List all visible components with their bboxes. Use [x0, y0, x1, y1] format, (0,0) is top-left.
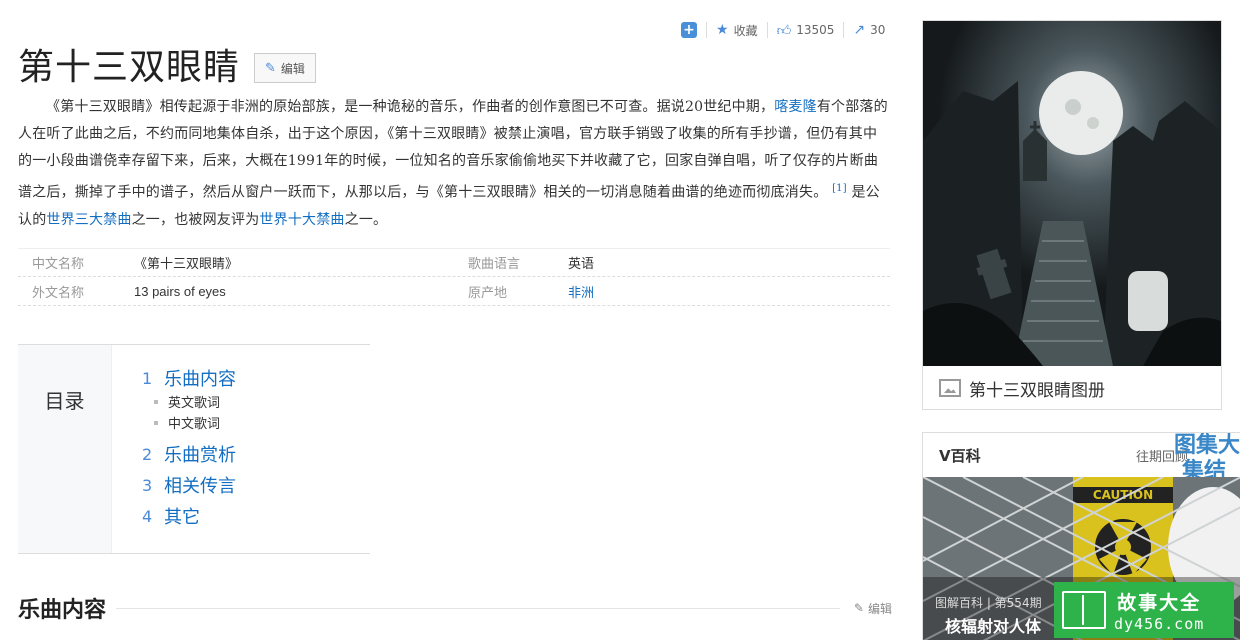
info-value: 13 pairs of eyes [134, 283, 226, 299]
share-icon: ↗ [853, 22, 866, 38]
bullet-icon [154, 399, 158, 404]
basic-info-table: 中文名称 《第十三双眼睛》 歌曲语言 英语 外文名称 13 pairs of e… [18, 248, 890, 306]
album-cover-image[interactable] [923, 21, 1221, 366]
site-watermark: 故事大全 dy456.com [1054, 582, 1234, 638]
toc-label: 其它 [164, 507, 200, 528]
v-baike-title: V百科 [939, 446, 981, 465]
toc-item-2[interactable]: 2 乐曲赏析 [142, 441, 236, 467]
toc-label: 相关传言 [164, 476, 236, 497]
article-toolbar: + ★ 收藏 👍︎ 13505 ↗ 30 [672, 20, 894, 40]
link-three-banned-songs[interactable]: 世界三大禁曲 [46, 212, 131, 228]
book-icon [1062, 591, 1106, 629]
toc-heading: 目录 [18, 345, 112, 553]
thumbs-up-icon: 👍︎ [776, 22, 792, 39]
link-africa[interactable]: 非洲 [568, 286, 594, 301]
bullet-icon [154, 420, 158, 425]
svg-text:CAUTION: CAUTION [1093, 488, 1153, 502]
toc-number: 1 [142, 368, 153, 388]
edit-label: 编辑 [280, 61, 305, 76]
toc-subitem-chinese-lyrics[interactable]: 中文歌词 [142, 412, 236, 433]
toc-number: 2 [142, 444, 153, 464]
info-key: 中文名称 [32, 257, 85, 272]
page-title: 第十三双眼睛 [18, 47, 241, 88]
image-icon [939, 379, 961, 397]
summary-paragraph: 《第十三双眼睛》相传起源于非洲的原始部族，是一种诡秘的音乐，作曲者的创作意图已不… [18, 94, 890, 234]
summary-text: 之一，也被网友评为 [131, 211, 260, 228]
info-value: 《第十三双眼睛》 [134, 257, 239, 272]
v-baike-caption[interactable]: 核辐射对人体 [945, 613, 1041, 637]
title-row: 第十三双眼睛 ✎ 编辑 [18, 38, 316, 90]
toc-subitem-english-lyrics[interactable]: 英文歌词 [142, 391, 236, 412]
summary-text: 之一。 [344, 211, 388, 228]
toc-sublabel: 英文歌词 [168, 396, 221, 411]
toc-label: 乐曲赏析 [164, 445, 236, 466]
section-title: 乐曲内容 [18, 598, 107, 623]
table-of-contents: 目录 1 乐曲内容 英文歌词 中文歌词 2 乐曲赏析 3 相关传言 4 其它 [18, 344, 370, 554]
collect-button[interactable]: ★ 收藏 [707, 22, 768, 38]
info-value: 非洲 [568, 282, 594, 301]
toc-sublabel: 中文歌词 [168, 417, 221, 432]
toc-subitems: 英文歌词 中文歌词 [142, 391, 236, 433]
info-row: 外文名称 13 pairs of eyes 原产地 非洲 [18, 277, 890, 306]
album-card[interactable]: 第十三双眼睛图册 [922, 20, 1222, 410]
section-edit-label: 编辑 [867, 601, 892, 616]
collect-label: 收藏 [733, 23, 758, 38]
info-value: 英语 [568, 257, 595, 272]
toc-label: 乐曲内容 [164, 369, 236, 390]
watermark-line2: dy456.com [1114, 614, 1205, 633]
pencil-icon: ✎ [853, 601, 864, 615]
like-count: 13505 [796, 23, 835, 37]
issue-tag: 图解百科 | 第554期 [935, 596, 1042, 610]
pencil-icon: ✎ [265, 60, 276, 76]
toc-number: 4 [142, 506, 153, 526]
share-button[interactable]: ↗ 30 [844, 22, 894, 38]
edit-button[interactable]: ✎ 编辑 [254, 53, 316, 83]
link-ten-banned-songs[interactable]: 世界十大禁曲 [259, 212, 344, 228]
info-key: 外文名称 [32, 285, 85, 301]
summary-text: 《第十三双眼睛》相传起源于非洲的原始部族，是一种诡秘的音乐，作曲者的创作意图已不… [46, 99, 775, 115]
section-edit-button[interactable]: ✎ 编辑 [854, 600, 892, 617]
like-button[interactable]: 👍︎ 13505 [768, 22, 845, 39]
plus-icon: + [681, 22, 697, 38]
graveyard-illustration [923, 21, 1221, 366]
section-heading: 乐曲内容 ✎ 编辑 [18, 592, 892, 624]
toc-item-1[interactable]: 1 乐曲内容 [142, 365, 236, 391]
album-caption[interactable]: 第十三双眼睛图册 [923, 366, 1221, 410]
gallery-banner-line1: 图集大 [1174, 433, 1240, 458]
toc-number: 3 [142, 475, 153, 495]
info-key: 原产地 [468, 285, 508, 301]
section-divider [116, 607, 840, 609]
watermark-line1: 故事大全 [1117, 591, 1202, 614]
info-row: 中文名称 《第十三双眼睛》 歌曲语言 英语 [18, 248, 890, 277]
add-button[interactable]: + [672, 22, 707, 38]
toc-item-4[interactable]: 4 其它 [142, 503, 236, 529]
toc-item-3[interactable]: 3 相关传言 [142, 472, 236, 498]
star-icon: ★ [716, 22, 729, 38]
toc-list: 1 乐曲内容 英文歌词 中文歌词 2 乐曲赏析 3 相关传言 4 其它 [112, 345, 236, 553]
album-caption-label: 第十三双眼睛图册 [969, 380, 1105, 401]
watermark-text: 故事大全 dy456.com [1114, 588, 1204, 633]
reference-link[interactable]: [1] [832, 183, 847, 194]
link-cameroon[interactable]: 喀麦隆 [774, 99, 817, 115]
info-key: 歌曲语言 [468, 257, 521, 272]
share-count: 30 [870, 23, 886, 37]
